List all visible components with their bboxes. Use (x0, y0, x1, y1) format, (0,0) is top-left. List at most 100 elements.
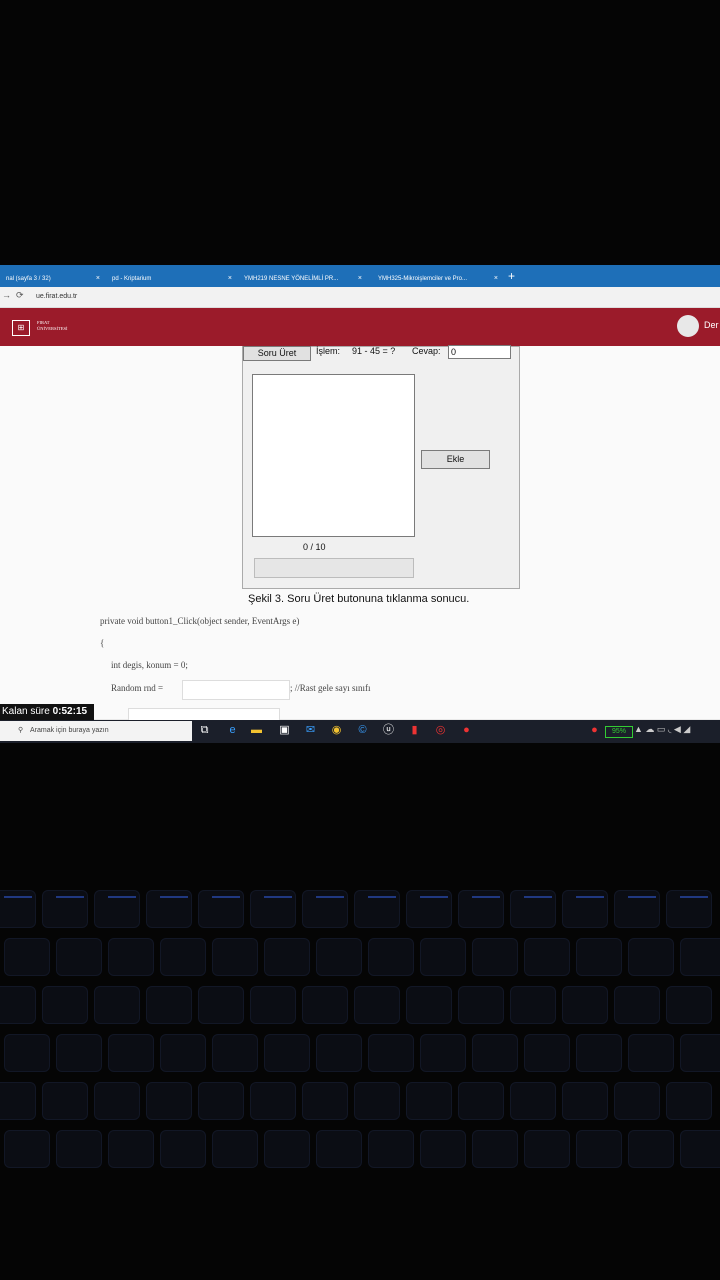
keyboard-key (524, 1130, 570, 1168)
keyboard-key (628, 1130, 674, 1168)
logo-line-2: ÜNİVERSİTESİ (37, 326, 68, 331)
code-line-2: { (100, 638, 105, 648)
keyboard-key (250, 986, 296, 1024)
keyboard-key (628, 1034, 674, 1072)
keyboard-key (524, 938, 570, 976)
keyboard-backlight (108, 896, 136, 898)
system-tray-icons[interactable]: ▲ ☁ ▭ ◟ ◀ ◢ (634, 724, 690, 735)
keyboard-key (472, 1034, 518, 1072)
timer-label: Kalan süre (2, 706, 50, 717)
keyboard-key (160, 938, 206, 976)
keyboard-backlight (316, 896, 344, 898)
keyboard-key (472, 1130, 518, 1168)
keyboard-key (628, 938, 674, 976)
keyboard-key (420, 1130, 466, 1168)
keyboard-backlight (628, 896, 656, 898)
url-field[interactable]: ue.firat.edu.tr (36, 293, 77, 300)
keyboard-key (420, 938, 466, 976)
tab-label: YMH219 NESNE YÖNELİMLİ PR... (244, 276, 339, 282)
figure-caption: Şekil 3. Soru Üret butonuna tıklanma son… (248, 593, 470, 605)
tab-label: nal (sayfa 3 / 32) (6, 276, 51, 282)
keyboard-key (4, 938, 50, 976)
keyboard-key (368, 938, 414, 976)
tab-exam[interactable]: nal (sayfa 3 / 32) × (0, 271, 104, 287)
keyboard-key (160, 1130, 206, 1168)
app-icon[interactable]: ● (460, 724, 473, 737)
keyboard-key (316, 1130, 362, 1168)
keyboard-key (354, 1082, 400, 1120)
site-header: ⊞ FIRAT ÜNİVERSİTESİ Der (0, 308, 720, 346)
keyboard-key (108, 938, 154, 976)
keyboard-key (666, 986, 712, 1024)
app-icon[interactable]: © (356, 724, 369, 737)
keyboard-key (524, 1034, 570, 1072)
close-icon[interactable]: × (228, 271, 232, 287)
chrome-icon[interactable]: ◉ (330, 724, 343, 737)
timer-value: 0:52:15 (52, 706, 88, 717)
keyboard-key (56, 1130, 102, 1168)
keyboard-key (0, 986, 36, 1024)
tab-ymh219[interactable]: YMH219 NESNE YÖNELİMLİ PR... × (238, 271, 366, 287)
code-line-4-suffix: ; //Rast gele sayı sınıfı (290, 683, 371, 693)
avatar[interactable] (677, 315, 699, 337)
tab-ymh325[interactable]: YMH325-Mikroişlemciler ve Pro... × (372, 271, 502, 287)
close-icon[interactable]: × (96, 271, 100, 287)
close-icon[interactable]: × (358, 271, 362, 287)
file-explorer-icon[interactable]: ▬ (250, 724, 263, 737)
mail-icon[interactable]: ✉ (304, 724, 317, 737)
keyboard-backlight (4, 896, 32, 898)
university-name: FIRAT ÜNİVERSİTESİ (37, 320, 68, 332)
keyboard-key (458, 1082, 504, 1120)
keyboard-key (510, 1082, 556, 1120)
user-name[interactable]: Der (704, 320, 719, 330)
tab-label: pd - Kriptarium (112, 276, 152, 282)
battery-indicator[interactable]: 95% (605, 726, 633, 738)
question-counter: 0 / 10 (303, 542, 326, 552)
keyboard-key (264, 1034, 310, 1072)
keyboard-key (576, 1034, 622, 1072)
keyboard-key (146, 986, 192, 1024)
keyboard-key (576, 938, 622, 976)
tab-kriptarium[interactable]: pd - Kriptarium × (106, 271, 236, 287)
edge-icon[interactable]: e (226, 724, 239, 737)
keyboard-key (562, 1082, 608, 1120)
app-icon[interactable]: ⓤ (382, 724, 395, 737)
keyboard-key (316, 938, 362, 976)
keyboard-key (94, 1082, 140, 1120)
keyboard-key (0, 1082, 36, 1120)
code-line-4-prefix: Random rnd = (111, 683, 164, 693)
reload-icon[interactable]: → ⟳ (2, 290, 24, 301)
keyboard-backlight (212, 896, 240, 898)
keyboard-key (264, 938, 310, 976)
soru-uret-button[interactable]: Soru Üret (243, 346, 311, 361)
keyboard-key (680, 1130, 720, 1168)
code-line-3: int degis, konum = 0; (111, 660, 188, 670)
office-icon[interactable]: ▮ (408, 724, 421, 737)
keyboard-backlight (160, 896, 188, 898)
keyboard-key (576, 1130, 622, 1168)
search-placeholder: Aramak için buraya yazın (30, 727, 109, 734)
university-logo-icon: ⊞ (12, 320, 30, 336)
keyboard-key (42, 986, 88, 1024)
keyboard-key (198, 1082, 244, 1120)
keyboard-key (666, 1082, 712, 1120)
keyboard-key (4, 1034, 50, 1072)
new-tab-button[interactable]: + (508, 269, 515, 283)
address-bar: → ⟳ ue.firat.edu.tr (0, 287, 720, 308)
ekle-button[interactable]: Ekle (421, 450, 490, 469)
keyboard-key (160, 1034, 206, 1072)
antivirus-icon[interactable]: ● (588, 724, 601, 737)
document-page: Soru Üret İşlem: 91 - 45 = ? Cevap: 0 Ek… (0, 345, 720, 724)
close-icon[interactable]: × (494, 271, 498, 287)
answer-blank[interactable] (182, 680, 290, 700)
store-icon[interactable]: ▣ (278, 724, 291, 737)
app-icon[interactable]: ◎ (434, 724, 447, 737)
taskbar-search[interactable]: ⚲ Aramak için buraya yazın (0, 721, 192, 741)
task-view-icon[interactable]: ⧉ (198, 724, 211, 737)
keyboard-key (614, 1082, 660, 1120)
keyboard-key (212, 1130, 258, 1168)
progress-bar (254, 558, 414, 578)
laptop-keyboard (0, 870, 720, 1170)
question-listbox[interactable] (252, 374, 415, 537)
cevap-input[interactable]: 0 (448, 345, 511, 359)
